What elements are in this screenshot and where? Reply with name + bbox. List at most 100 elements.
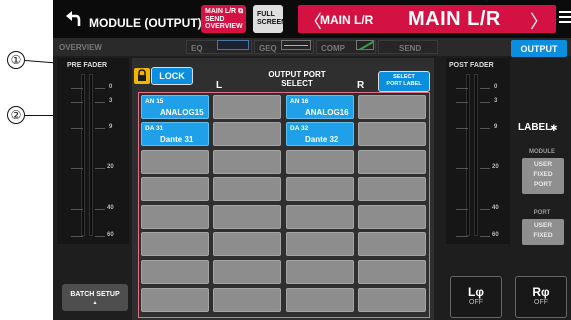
tab-send[interactable]: SEND [378, 40, 438, 54]
pre-fader-tick [71, 209, 83, 210]
port-number: DA 31 [145, 125, 164, 132]
port-slot[interactable] [286, 205, 354, 229]
post-fader-scale: 9 [494, 124, 498, 130]
port-slot[interactable] [358, 205, 426, 229]
port-slot[interactable] [141, 288, 209, 312]
post-fader-tick [480, 236, 490, 237]
callout-2: ② [7, 106, 25, 124]
pre-fader-tick [71, 236, 83, 237]
port-label-title: PORT [533, 210, 551, 216]
pre-fader-tick [71, 168, 83, 169]
pre-fader-tick [71, 128, 83, 129]
pre-fader-tick [71, 102, 83, 103]
pre-fader-tick [95, 102, 105, 103]
port-slot[interactable] [141, 232, 209, 256]
port-slot[interactable] [358, 122, 426, 146]
port-slot[interactable]: DA 31 Dante 31 [141, 122, 209, 146]
port-slot[interactable] [213, 205, 281, 229]
right-phase-button[interactable]: Rφ OFF [515, 276, 567, 318]
pre-fader-meter: PRE FADER 0 3 9 20 40 60 [57, 58, 129, 244]
full-screen-button[interactable]: FULL SCREEN [253, 5, 286, 33]
port-slot[interactable] [213, 122, 281, 146]
port-slot[interactable] [213, 232, 281, 256]
full-screen-line1: FULL [257, 11, 275, 18]
port-slot[interactable] [213, 288, 281, 312]
port-slot[interactable] [141, 150, 209, 174]
comp-curve-icon [356, 40, 374, 50]
pre-fader-scale: 40 [107, 205, 114, 211]
port-slot[interactable] [286, 177, 354, 201]
port-slot[interactable] [358, 260, 426, 284]
port-number: DA 32 [290, 125, 309, 132]
post-fader-meter: POST FADER 0 3 9 20 40 60 [446, 58, 510, 244]
send-overview-button[interactable]: MAIN L/R ⧉ SEND OVERVIEW [201, 5, 246, 33]
title-line1: OUTPUT PORT [268, 70, 326, 79]
post-fader-tick [456, 88, 468, 89]
port-slot[interactable] [286, 288, 354, 312]
module-label-title: MODULE [529, 149, 555, 155]
module-label-option: FIXED [533, 171, 553, 178]
label-heading: LABEL [518, 122, 552, 133]
pre-fader-label: PRE FADER [67, 62, 108, 69]
port-label-option: USER [533, 222, 553, 229]
select-port-label-button[interactable]: SELECT PORT LABEL [378, 71, 430, 92]
port-slot[interactable] [358, 232, 426, 256]
next-channel-button[interactable]: 〉 [530, 8, 548, 34]
port-slot[interactable] [213, 177, 281, 201]
batch-setup-button[interactable]: BATCH SETUP ▲ [62, 284, 128, 311]
channel-name-small: MAIN L/R [320, 13, 374, 27]
post-fader-meter-r [474, 74, 478, 236]
lock-button[interactable]: LOCK [151, 67, 193, 85]
left-phase-state: OFF [469, 299, 483, 306]
post-fader-tick [456, 236, 468, 237]
port-slot[interactable] [358, 95, 426, 119]
port-slot[interactable] [358, 177, 426, 201]
left-phase-label: Lφ [468, 285, 484, 299]
gear-icon[interactable]: ✱ [550, 123, 558, 134]
right-column-header: R [357, 80, 365, 91]
lock-icon [134, 68, 150, 84]
select-port-label-line2: PORT LABEL [386, 81, 422, 87]
port-slot[interactable] [141, 205, 209, 229]
port-slot[interactable] [213, 95, 281, 119]
post-fader-tick [456, 102, 468, 103]
menu-icon[interactable] [559, 11, 571, 26]
port-slot[interactable] [358, 288, 426, 312]
tab-send-label: SEND [399, 43, 422, 53]
pre-fader-scale: 60 [107, 232, 114, 238]
popup-icon: ⧉ [238, 8, 244, 15]
port-slot[interactable] [141, 177, 209, 201]
left-phase-button[interactable]: Lφ OFF [450, 276, 502, 318]
post-fader-tick [480, 168, 490, 169]
module-label-select[interactable]: USER FIXED PORT [522, 158, 564, 194]
module-label-option: USER [533, 161, 553, 168]
tab-output[interactable]: OUTPUT [511, 40, 567, 57]
batch-setup-label: BATCH SETUP [70, 291, 120, 298]
port-slot[interactable]: DA 32 Dante 32 [286, 122, 354, 146]
back-arrow-icon[interactable] [65, 9, 81, 27]
post-fader-meter-l [466, 74, 470, 236]
port-number: AN 15 [145, 98, 164, 105]
port-name: ANALOG16 [305, 108, 349, 117]
send-overview-line3: OVERVIEW [205, 23, 243, 30]
module-label-option: PORT [533, 181, 553, 188]
port-label-select[interactable]: USER FIXED [522, 219, 564, 245]
tab-overview[interactable]: OVERVIEW [59, 40, 102, 54]
channel-selector: 〈 MAIN L/R MAIN L/R 〉 [298, 5, 556, 33]
post-fader-tick [480, 102, 490, 103]
port-slot[interactable] [286, 150, 354, 174]
port-slot[interactable] [286, 232, 354, 256]
port-grid: AN 15 ANALOG15 DA 31 Dante 31 AN 16 ANAL… [138, 92, 430, 318]
port-slot[interactable]: AN 15 ANALOG15 [141, 95, 209, 119]
port-slot[interactable] [213, 260, 281, 284]
port-slot[interactable] [213, 150, 281, 174]
tab-comp-label: COMP [321, 43, 345, 53]
right-phase-label: Rφ [532, 285, 550, 299]
pre-fader-tick [95, 209, 105, 210]
port-slot[interactable] [358, 150, 426, 174]
left-column-header: L [216, 80, 223, 91]
post-fader-tick [480, 209, 490, 210]
port-slot[interactable] [141, 260, 209, 284]
port-slot[interactable]: AN 16 ANALOG16 [286, 95, 354, 119]
port-slot[interactable] [286, 260, 354, 284]
